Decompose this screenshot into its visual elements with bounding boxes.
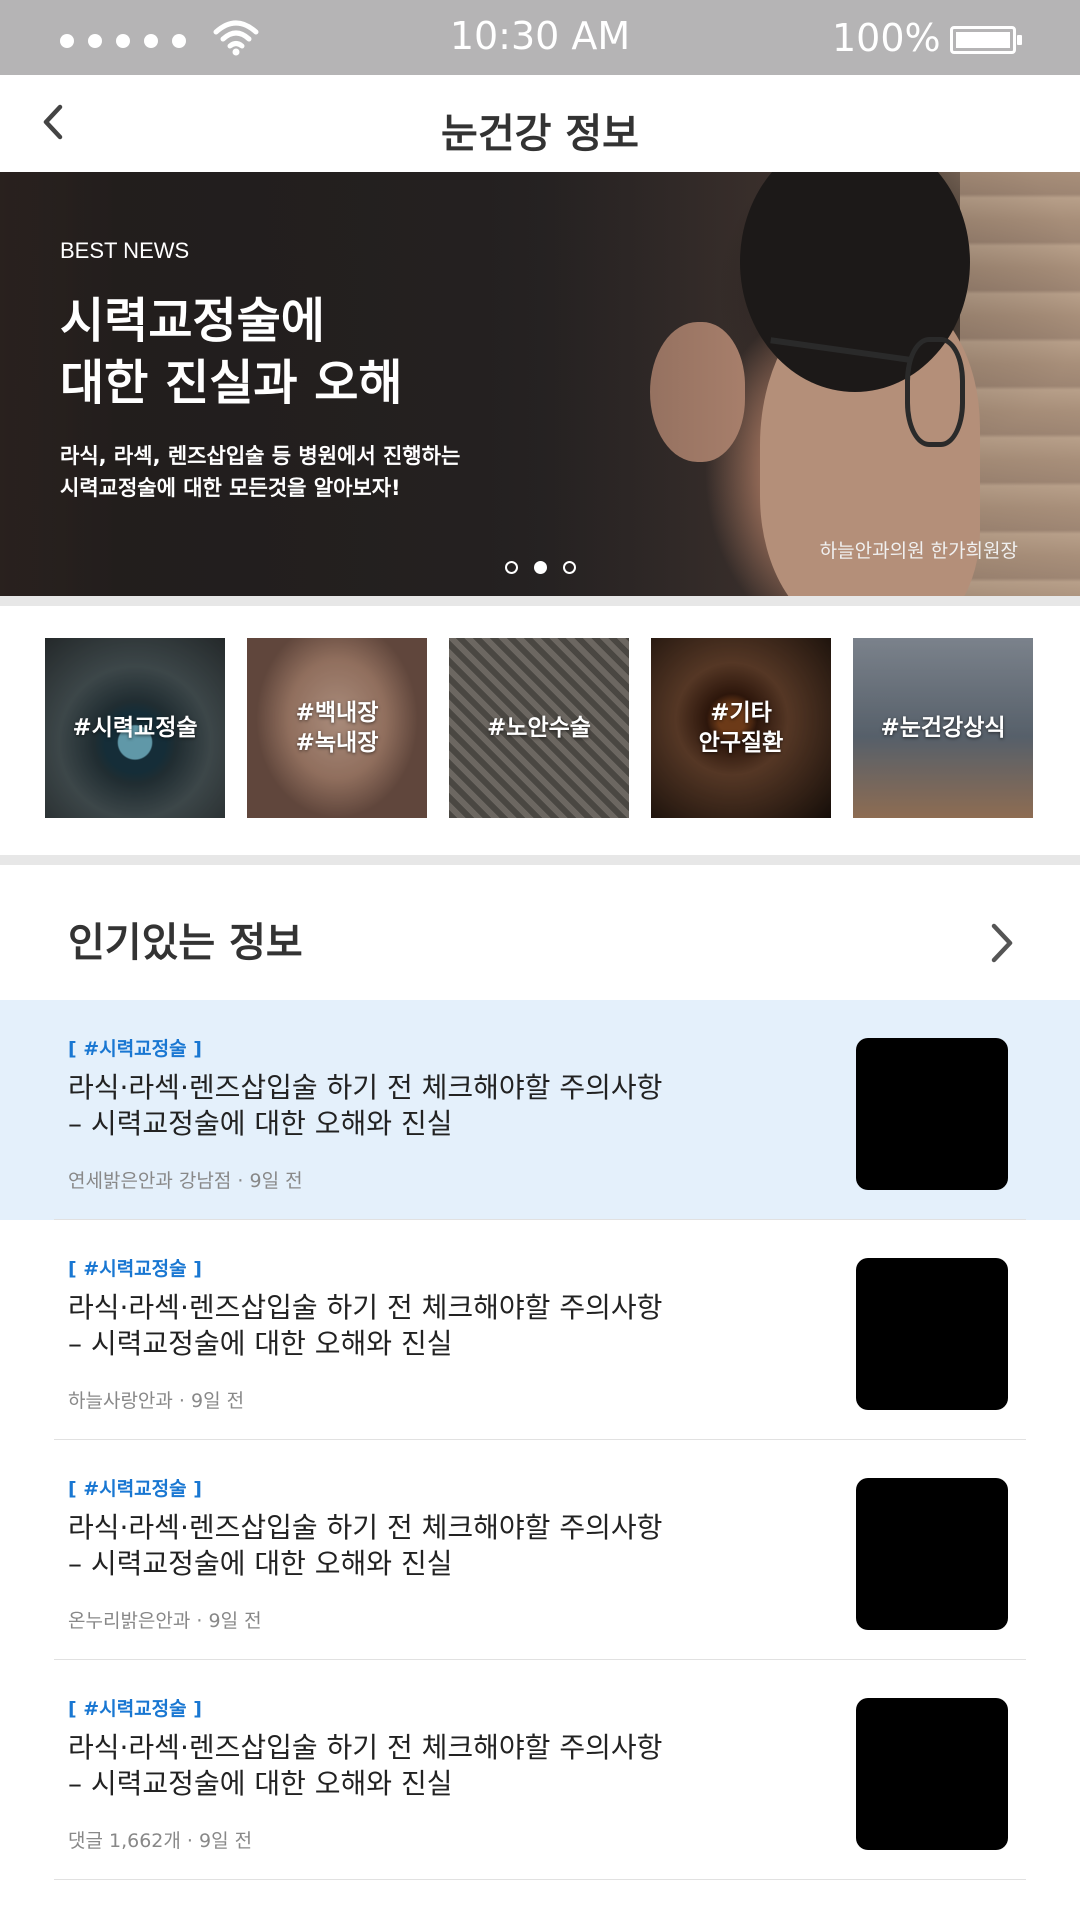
status-bar: 10:30 AM 100% [0,0,1080,75]
article-headline: 라식·라섹·렌즈삽입술 하기 전 체크해야할 주의사항 – 시력교정술에 대한 … [68,1071,663,1140]
category-tiles: #시력교정술 #백내장 #녹내장 #노안수술 #기타 안구질환 #눈건강상식 [45,638,1035,818]
article-thumbnail [856,1258,1008,1410]
category-label: #눈건강상식 [880,715,1006,741]
article-thumbnail [856,1698,1008,1850]
article-list: [ #시력교정술 ] 라식·라섹·렌즈삽입술 하기 전 체크해야할 주의사항 –… [0,1000,1080,1880]
article-tag: [ #시력교정술 ] [68,1698,202,1720]
article-item[interactable]: [ #시력교정술 ] 라식·라섹·렌즈삽입술 하기 전 체크해야할 주의사항 –… [0,1220,1080,1440]
carousel-indicator[interactable] [0,561,1080,574]
article-tag: [ #시력교정술 ] [68,1478,202,1500]
article-meta: 온누리밝은안과 · 9일 전 [68,1610,262,1632]
category-label: #노안수술 [487,715,591,741]
hero-banner[interactable]: BEST NEWS 시력교정술에 대한 진실과 오해 라식, 라섹, 렌즈삽입술… [0,172,1080,596]
category-tile-eye-health-tips[interactable]: #눈건강상식 [853,638,1033,818]
banner-eyebrow: BEST NEWS [60,238,190,263]
article-meta: 댓글 1,662개 · 9일 전 [68,1830,253,1852]
article-meta: 연세밝은안과 강남점 · 9일 전 [68,1170,303,1192]
carousel-dot[interactable] [562,561,576,574]
banner-description: 라식, 라섹, 렌즈삽입술 등 병원에서 진행하는 시력교정술에 대한 모든것을… [60,444,461,500]
category-label: #기타 안구질환 [698,700,784,756]
article-item[interactable]: [ #시력교정술 ] 라식·라섹·렌즈삽입술 하기 전 체크해야할 주의사항 –… [0,1440,1080,1660]
carousel-dot[interactable] [504,561,518,574]
article-tag: [ #시력교정술 ] [68,1038,202,1060]
category-label: #백내장 #녹내장 [295,700,379,756]
category-tile-vision-correction[interactable]: #시력교정술 [45,638,225,818]
article-item[interactable]: [ #시력교정술 ] 라식·라섹·렌즈삽입술 하기 전 체크해야할 주의사항 –… [0,1000,1080,1220]
carousel-dot[interactable] [533,561,547,574]
category-tile-presbyopia[interactable]: #노안수술 [449,638,629,818]
section-divider [0,855,1080,865]
article-item[interactable]: [ #시력교정술 ] 라식·라섹·렌즈삽입술 하기 전 체크해야할 주의사항 –… [0,1660,1080,1880]
article-meta: 하늘사랑안과 · 9일 전 [68,1390,245,1412]
banner-credit: 하늘안과의원 한가희원장 [819,540,1018,562]
battery-icon [950,26,1022,54]
banner-title: 시력교정술에 대한 진실과 오해 [60,293,403,411]
battery-percentage: 100% [832,16,941,60]
article-headline: 라식·라섹·렌즈삽입술 하기 전 체크해야할 주의사항 – 시력교정술에 대한 … [68,1291,663,1360]
category-tile-other-eye-disease[interactable]: #기타 안구질환 [651,638,831,818]
article-tag: [ #시력교정술 ] [68,1258,202,1280]
section-divider [0,596,1080,606]
nav-header: 눈건강 정보 [0,75,1080,172]
section-title: 인기있는 정보 [68,920,303,966]
article-headline: 라식·라섹·렌즈삽입술 하기 전 체크해야할 주의사항 – 시력교정술에 대한 … [68,1511,663,1580]
chevron-right-icon[interactable] [980,918,1024,968]
article-thumbnail [856,1478,1008,1630]
category-tile-cataract-glaucoma[interactable]: #백내장 #녹내장 [247,638,427,818]
article-headline: 라식·라섹·렌즈삽입술 하기 전 체크해야할 주의사항 – 시력교정술에 대한 … [68,1731,663,1800]
article-thumbnail [856,1038,1008,1190]
category-label: #시력교정술 [72,715,198,741]
page-title: 눈건강 정보 [441,111,639,157]
